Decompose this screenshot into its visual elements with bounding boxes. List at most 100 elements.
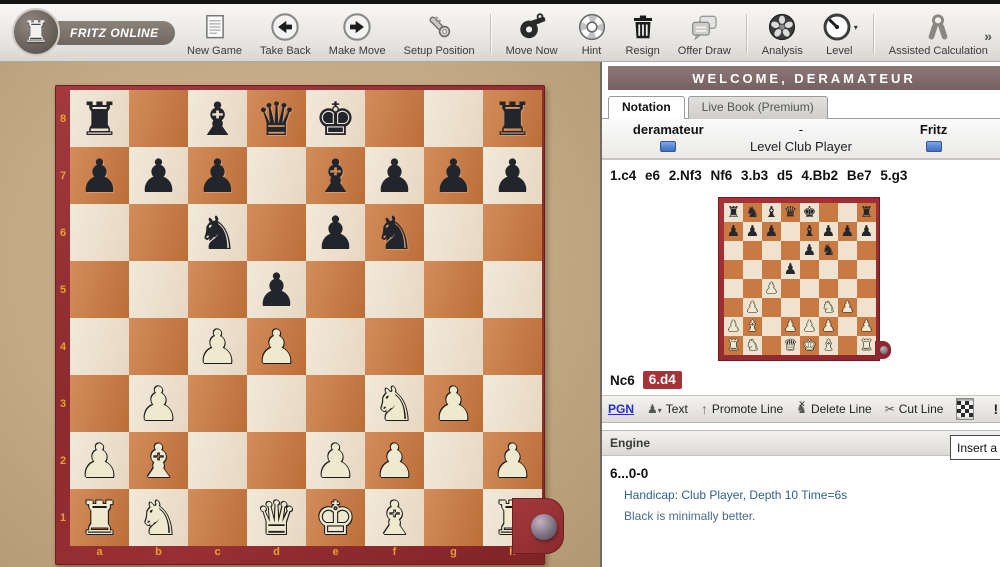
square-c4[interactable]: ♟ <box>188 318 247 375</box>
square-d7[interactable] <box>247 147 306 204</box>
square-a3[interactable] <box>70 375 129 432</box>
black-p-piece[interactable]: ♟ <box>374 153 415 199</box>
square-h5[interactable] <box>483 261 542 318</box>
square-g3[interactable]: ♟ <box>424 375 483 432</box>
square-a5[interactable] <box>70 261 129 318</box>
square-b3[interactable]: ♟ <box>129 375 188 432</box>
square-c2[interactable] <box>188 432 247 489</box>
square-h4[interactable] <box>483 318 542 375</box>
square-d6[interactable] <box>247 204 306 261</box>
white-p-piece[interactable]: ♟ <box>492 438 533 484</box>
square-f5[interactable] <box>365 261 424 318</box>
black-p-piece[interactable]: ♟ <box>256 267 297 313</box>
square-b2[interactable]: ♝ <box>129 432 188 489</box>
white-b-piece[interactable]: ♝ <box>374 495 415 541</box>
white-p-piece[interactable]: ♟ <box>79 438 120 484</box>
black-r-piece[interactable]: ♜ <box>492 96 533 142</box>
white-n-piece[interactable]: ♞ <box>374 381 415 427</box>
square-d5[interactable]: ♟ <box>247 261 306 318</box>
square-b5[interactable] <box>129 261 188 318</box>
square-a4[interactable] <box>70 318 129 375</box>
black-p-piece[interactable]: ♟ <box>315 210 356 256</box>
white-p-piece[interactable]: ♟ <box>374 438 415 484</box>
square-e4[interactable] <box>306 318 365 375</box>
tab-notation[interactable]: Notation <box>608 96 685 119</box>
square-f7[interactable]: ♟ <box>365 147 424 204</box>
square-f3[interactable]: ♞ <box>365 375 424 432</box>
black-b-piece[interactable]: ♝ <box>197 96 238 142</box>
black-n-piece[interactable]: ♞ <box>197 210 238 256</box>
white-r-piece[interactable]: ♜ <box>79 495 120 541</box>
text-button[interactable]: ♟▾ Text <box>647 402 688 416</box>
square-c8[interactable]: ♝ <box>188 90 247 147</box>
black-p-piece[interactable]: ♟ <box>138 153 179 199</box>
square-d3[interactable] <box>247 375 306 432</box>
setup-position-button[interactable]: Setup Position <box>395 10 484 57</box>
offer-draw-button[interactable]: Offer Draw <box>669 10 740 57</box>
black-b-piece[interactable]: ♝ <box>315 153 356 199</box>
square-e5[interactable] <box>306 261 365 318</box>
square-d1[interactable]: ♛ <box>247 489 306 546</box>
make-move-button[interactable]: Make Move <box>320 10 395 57</box>
white-p-piece[interactable]: ♟ <box>433 381 474 427</box>
square-a8[interactable]: ♜ <box>70 90 129 147</box>
square-h7[interactable]: ♟ <box>483 147 542 204</box>
take-back-button[interactable]: Take Back <box>251 10 320 57</box>
black-p-piece[interactable]: ♟ <box>433 153 474 199</box>
assisted-calculation-button[interactable]: Assisted Calculation <box>880 10 997 57</box>
square-f4[interactable] <box>365 318 424 375</box>
square-c7[interactable]: ♟ <box>188 147 247 204</box>
cut-line-button[interactable]: ✂ Cut Line <box>885 402 944 416</box>
white-k-piece[interactable]: ♚ <box>315 495 356 541</box>
white-q-piece[interactable]: ♛ <box>256 495 297 541</box>
square-d4[interactable]: ♟ <box>247 318 306 375</box>
square-e8[interactable]: ♚ <box>306 90 365 147</box>
highlighted-move-badge[interactable]: 6.d4 <box>643 371 682 389</box>
square-b4[interactable] <box>129 318 188 375</box>
square-f8[interactable] <box>365 90 424 147</box>
resign-button[interactable]: Resign <box>617 10 669 57</box>
black-p-piece[interactable]: ♟ <box>79 153 120 199</box>
black-k-piece[interactable]: ♚ <box>315 96 356 142</box>
square-b6[interactable] <box>129 204 188 261</box>
fritz-online-logo[interactable]: FRITZ ONLINE ♜ <box>10 7 160 59</box>
white-n-piece[interactable]: ♞ <box>138 495 179 541</box>
pgn-link[interactable]: PGN <box>608 402 634 416</box>
white-p-piece[interactable]: ♟ <box>315 438 356 484</box>
square-f6[interactable]: ♞ <box>365 204 424 261</box>
tab-live-book[interactable]: Live Book (Premium) <box>688 96 828 119</box>
square-e2[interactable]: ♟ <box>306 432 365 489</box>
new-game-button[interactable]: New Game <box>178 10 251 57</box>
square-g4[interactable] <box>424 318 483 375</box>
square-g6[interactable] <box>424 204 483 261</box>
square-c6[interactable]: ♞ <box>188 204 247 261</box>
square-c1[interactable] <box>188 489 247 546</box>
delete-line-button[interactable]: ♞✕ Delete Line <box>796 402 871 416</box>
black-n-piece[interactable]: ♞ <box>374 210 415 256</box>
square-b1[interactable]: ♞ <box>129 489 188 546</box>
square-e3[interactable] <box>306 375 365 432</box>
black-p-piece[interactable]: ♟ <box>492 153 533 199</box>
square-g1[interactable] <box>424 489 483 546</box>
analysis-button[interactable]: Analysis <box>753 10 812 57</box>
black-q-piece[interactable]: ♛ <box>256 96 297 142</box>
insert-diagram-button[interactable]: Insert a dia <box>950 435 1000 460</box>
square-g7[interactable]: ♟ <box>424 147 483 204</box>
square-e6[interactable]: ♟ <box>306 204 365 261</box>
promote-line-button[interactable]: ↑ Promote Line <box>701 401 783 417</box>
square-f1[interactable]: ♝ <box>365 489 424 546</box>
square-a1[interactable]: ♜ <box>70 489 129 546</box>
square-e1[interactable]: ♚ <box>306 489 365 546</box>
square-h2[interactable]: ♟ <box>483 432 542 489</box>
square-h8[interactable]: ♜ <box>483 90 542 147</box>
square-c3[interactable] <box>188 375 247 432</box>
current-move[interactable]: Nc6 <box>610 373 635 388</box>
square-a7[interactable]: ♟ <box>70 147 129 204</box>
white-p-piece[interactable]: ♟ <box>256 324 297 370</box>
white-p-piece[interactable]: ♟ <box>138 381 179 427</box>
black-r-piece[interactable]: ♜ <box>79 96 120 142</box>
hint-button[interactable]: Hint <box>567 10 617 57</box>
move-now-button[interactable]: Move Now <box>497 10 567 57</box>
square-f2[interactable]: ♟ <box>365 432 424 489</box>
square-e7[interactable]: ♝ <box>306 147 365 204</box>
